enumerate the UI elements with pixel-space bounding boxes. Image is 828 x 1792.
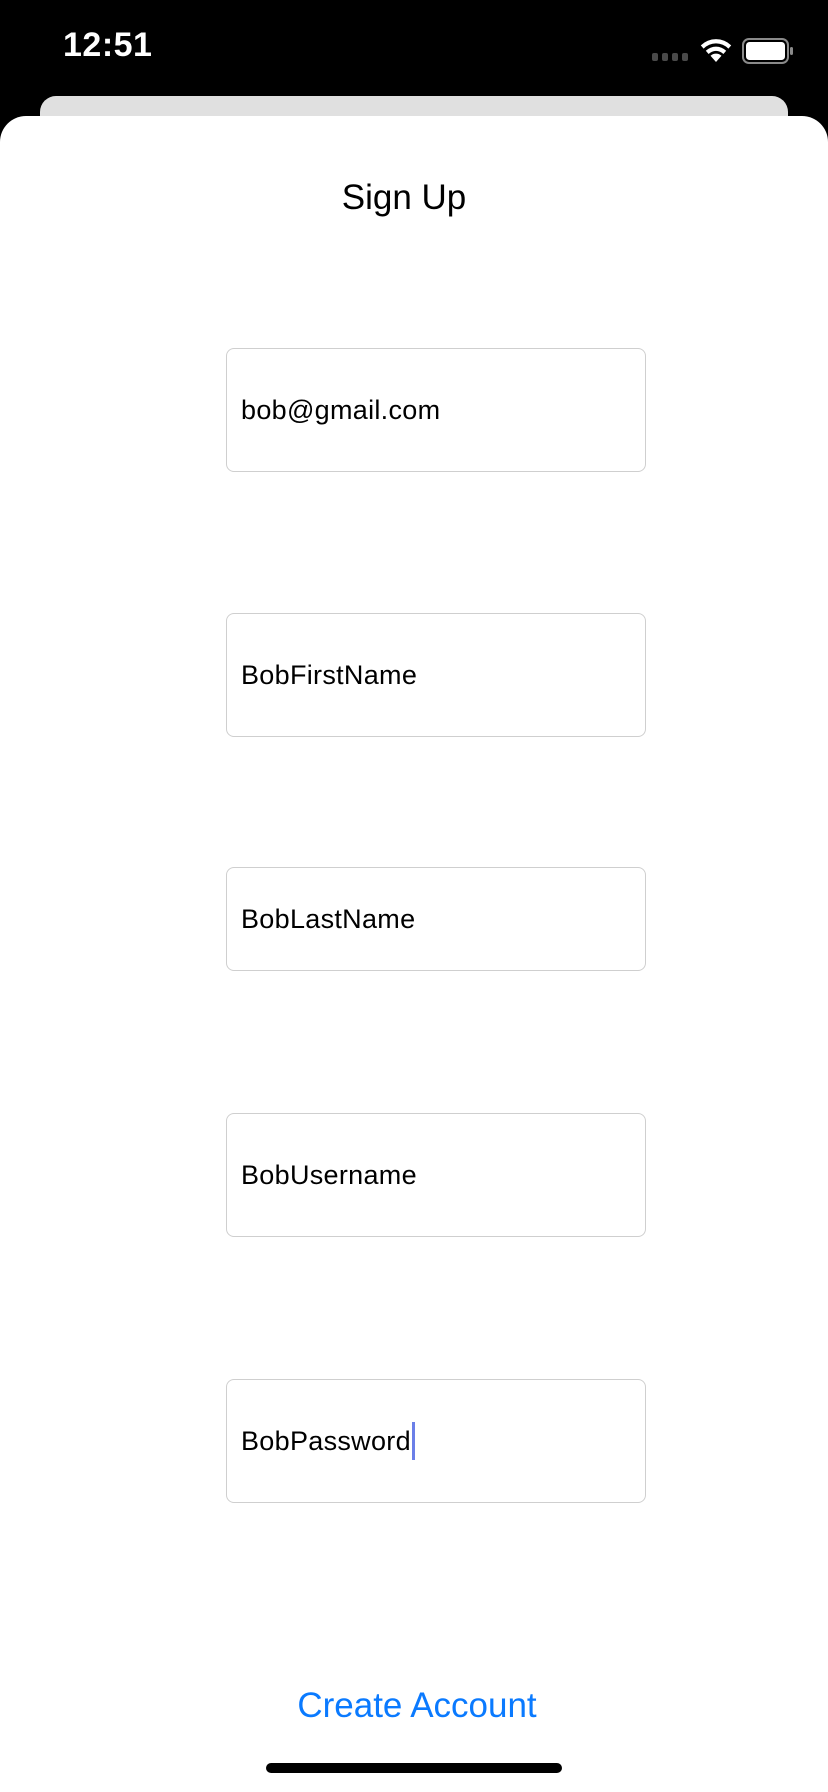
- username-field-value: BobUsername: [241, 1159, 417, 1190]
- password-field-value: BobPassword: [241, 1425, 411, 1456]
- status-time: 12:51: [63, 26, 153, 64]
- email-field[interactable]: bob@gmail.com: [226, 348, 646, 472]
- cellular-signal-icon: [652, 53, 688, 61]
- text-caret: [411, 1422, 415, 1460]
- home-indicator[interactable]: [266, 1763, 562, 1773]
- status-bar: 12:51: [0, 0, 828, 96]
- sign-up-sheet: Sign Up bob@gmail.com BobFirstName BobLa…: [0, 116, 828, 1792]
- first-name-field-value: BobFirstName: [241, 659, 418, 690]
- first-name-field[interactable]: BobFirstName: [226, 613, 646, 737]
- last-name-field[interactable]: BobLastName: [226, 867, 646, 971]
- password-field[interactable]: BobPassword: [226, 1379, 646, 1503]
- page-title: Sign Up: [341, 178, 467, 217]
- wifi-icon: [700, 39, 732, 62]
- create-account-button[interactable]: Create Account: [0, 1686, 828, 1726]
- email-field-value: bob@gmail.com: [241, 394, 441, 425]
- battery-icon: [742, 38, 793, 64]
- username-field[interactable]: BobUsername: [226, 1113, 646, 1237]
- last-name-field-value: BobLastName: [241, 903, 416, 934]
